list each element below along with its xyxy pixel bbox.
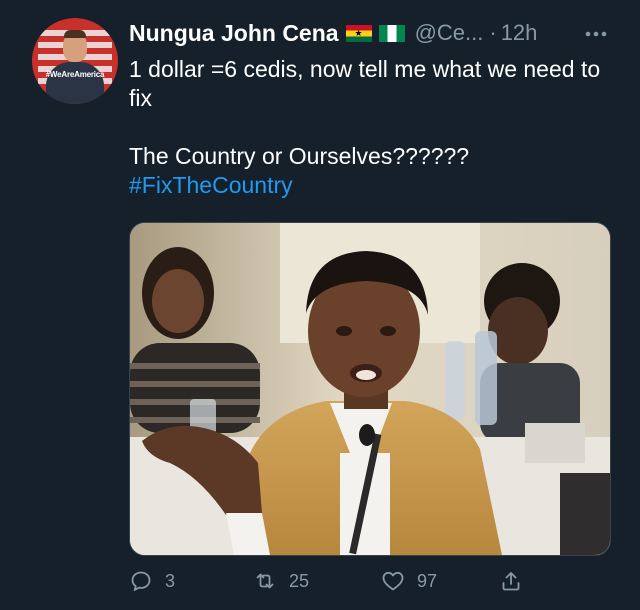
avatar-figure [46,62,104,104]
avatar-badge: #WeAreAmerica [45,70,105,79]
retweet-button[interactable]: 25 [253,566,309,596]
tweet-text: 1 dollar =6 cedis, now tell me what we n… [129,55,619,200]
heart-icon [382,571,404,591]
action-bar: 3 25 97 [129,566,609,596]
hashtag-link[interactable]: #FixTheCountry [129,171,619,200]
tweet-header: Nungua John Cena ★ @Ce... · 12h [129,18,537,48]
retweet-count: 25 [289,570,310,591]
tweet-photo[interactable] [129,222,611,556]
reply-button[interactable]: 3 [129,566,175,596]
like-count: 97 [417,570,438,591]
avatar[interactable]: #WeAreAmerica [32,18,118,104]
more-options-icon[interactable] [583,24,609,44]
author-display-name[interactable]: Nungua John Cena [129,20,339,47]
tweet-text-line: 1 dollar =6 cedis, now tell me what we n… [129,56,601,111]
share-button[interactable] [499,566,523,596]
like-button[interactable]: 97 [381,566,437,596]
share-icon [502,572,520,591]
separator: · [489,20,497,45]
ghana-flag-icon: ★ [345,24,372,42]
photo-image [130,223,610,555]
author-handle[interactable]: @Ce... [415,20,484,46]
tweet-text-line: The Country or Ourselves?????? [129,143,470,169]
retweet-icon [256,573,274,589]
nigeria-flag-icon [378,24,405,42]
tweet[interactable]: #WeAreAmerica Nungua John Cena ★ @Ce... … [0,0,640,610]
avatar-hair [64,30,86,38]
timestamp[interactable]: 12h [501,20,538,46]
reply-count: 3 [165,570,176,591]
reply-icon [131,571,151,591]
